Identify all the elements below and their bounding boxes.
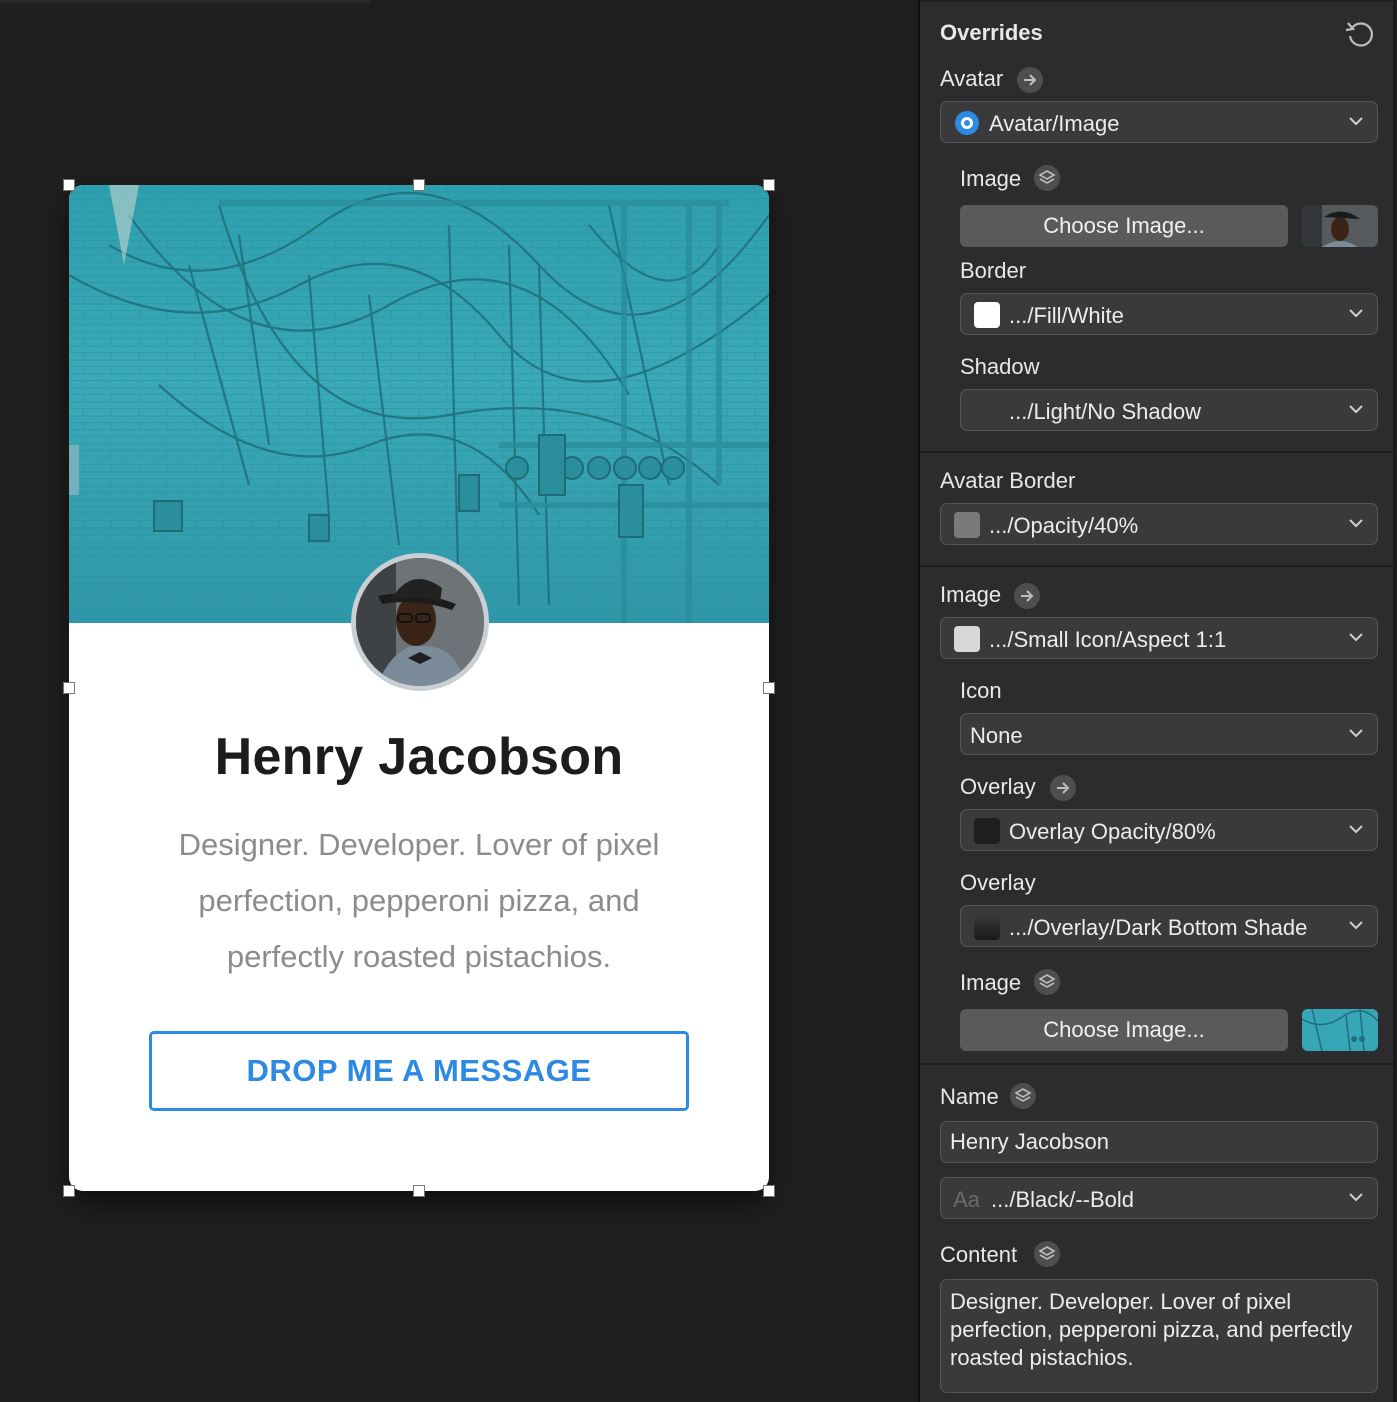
cover-image-label: Image xyxy=(960,970,1022,995)
resize-handle-top[interactable] xyxy=(413,179,425,191)
content-textarea[interactable]: Designer. Developer. Lover of pixel perf… xyxy=(940,1279,1378,1393)
resize-handle-top-right[interactable] xyxy=(763,179,775,191)
text-style-prefix: Aa xyxy=(953,1187,980,1212)
arrow-right-icon[interactable] xyxy=(1050,775,1076,801)
image-symbol-dropdown[interactable]: .../Small Icon/Aspect 1:1 xyxy=(940,617,1378,659)
divider xyxy=(920,0,1395,2)
resize-handle-bottom-right[interactable] xyxy=(763,1185,775,1197)
border-swatch xyxy=(974,302,1000,328)
overlay-shade-value: .../Overlay/Dark Bottom Shade xyxy=(1009,915,1308,940)
cover-image-thumbnail[interactable] xyxy=(1302,1009,1378,1051)
avatar-border-dropdown[interactable]: .../Opacity/40% xyxy=(940,503,1378,545)
canvas-top-line xyxy=(0,0,370,3)
card-name: Henry Jacobson xyxy=(214,728,624,786)
text-style-value: .../Black/--Bold xyxy=(991,1187,1135,1212)
overlay-opacity-value: Overlay Opacity/80% xyxy=(1009,819,1216,844)
arrow-right-icon[interactable] xyxy=(1017,67,1043,93)
chevron-down-icon xyxy=(1349,1193,1363,1202)
avatar-choose-image-button[interactable]: Choose Image... xyxy=(960,205,1288,247)
image-symbol-value: .../Small Icon/Aspect 1:1 xyxy=(989,627,1227,652)
overlay-opacity-swatch xyxy=(974,818,1000,844)
shadow-value: .../Light/No Shadow xyxy=(1009,399,1202,424)
overlay-opacity-dropdown[interactable]: Overlay Opacity/80% xyxy=(960,809,1378,851)
border-value: .../Fill/White xyxy=(1009,303,1124,328)
card-bio: Designer. Developer. Lover of pixel perf… xyxy=(178,827,660,974)
image-symbol-swatch xyxy=(954,626,980,652)
chevron-down-icon xyxy=(1349,519,1363,528)
resize-handle-left[interactable] xyxy=(63,682,75,694)
layers-icon xyxy=(1034,1241,1060,1267)
divider xyxy=(920,451,1395,453)
avatar-border-value: .../Opacity/40% xyxy=(989,513,1139,538)
chevron-down-icon xyxy=(1349,309,1363,318)
chevron-down-icon xyxy=(1349,405,1363,414)
reset-icon[interactable] xyxy=(1344,18,1376,50)
resize-handle-bottom[interactable] xyxy=(413,1185,425,1197)
chevron-down-icon xyxy=(1349,117,1363,126)
text-style-dropdown[interactable]: Aa .../Black/--Bold xyxy=(940,1177,1378,1219)
overlay-label: Overlay xyxy=(960,774,1036,799)
panel-title: Overrides xyxy=(940,20,1043,45)
overlay-shade-swatch xyxy=(974,914,1000,940)
name-input[interactable] xyxy=(940,1121,1378,1163)
drop-message-button[interactable]: DROP ME A MESSAGE xyxy=(149,1031,689,1111)
avatar-symbol-icon xyxy=(955,111,979,135)
overlay-label: Overlay xyxy=(960,870,1036,895)
shadow-dropdown[interactable]: .../Light/No Shadow xyxy=(960,389,1378,431)
profile-card[interactable]: Henry Jacobson Designer. Developer. Love… xyxy=(69,185,769,1191)
avatar-symbol-value: Avatar/Image xyxy=(989,111,1120,136)
design-canvas[interactable]: Henry Jacobson Designer. Developer. Love… xyxy=(0,0,918,1402)
panel-edge xyxy=(1393,0,1397,1402)
image-section-label: Image xyxy=(940,582,1002,607)
border-dropdown[interactable]: .../Fill/White xyxy=(960,293,1378,335)
arrow-right-icon[interactable] xyxy=(1014,583,1040,609)
chevron-down-icon xyxy=(1349,825,1363,834)
avatar-border-swatch xyxy=(954,512,980,538)
avatar-image-thumbnail[interactable] xyxy=(1302,205,1378,247)
divider xyxy=(920,565,1395,567)
overrides-panel: Overrides Avatar Avatar/Image Image Choo… xyxy=(918,0,1397,1402)
chevron-down-icon xyxy=(1349,921,1363,930)
border-label: Border xyxy=(960,258,1027,283)
resize-handle-top-left[interactable] xyxy=(63,179,75,191)
overlay-shade-dropdown[interactable]: .../Overlay/Dark Bottom Shade xyxy=(960,905,1378,947)
avatar-image-label: Image xyxy=(960,166,1022,191)
divider xyxy=(920,1063,1395,1065)
cover-choose-image-button[interactable]: Choose Image... xyxy=(960,1009,1288,1051)
avatar-symbol-dropdown[interactable]: Avatar/Image xyxy=(940,101,1378,143)
avatar-border-label: Avatar Border xyxy=(940,468,1076,493)
icon-label: Icon xyxy=(960,678,1002,703)
chevron-down-icon xyxy=(1349,633,1363,642)
avatar xyxy=(351,553,489,691)
chevron-down-icon xyxy=(1349,729,1363,738)
shadow-label: Shadow xyxy=(960,354,1040,379)
resize-handle-right[interactable] xyxy=(763,682,775,694)
icon-value: None xyxy=(970,723,1023,748)
layers-icon xyxy=(1034,969,1060,995)
name-label: Name xyxy=(940,1084,999,1109)
layers-icon xyxy=(1010,1083,1036,1109)
icon-dropdown[interactable]: None xyxy=(960,713,1378,755)
avatar-label: Avatar xyxy=(940,66,1004,91)
layers-icon xyxy=(1034,165,1060,191)
resize-handle-bottom-left[interactable] xyxy=(63,1185,75,1197)
content-label: Content xyxy=(940,1242,1018,1267)
